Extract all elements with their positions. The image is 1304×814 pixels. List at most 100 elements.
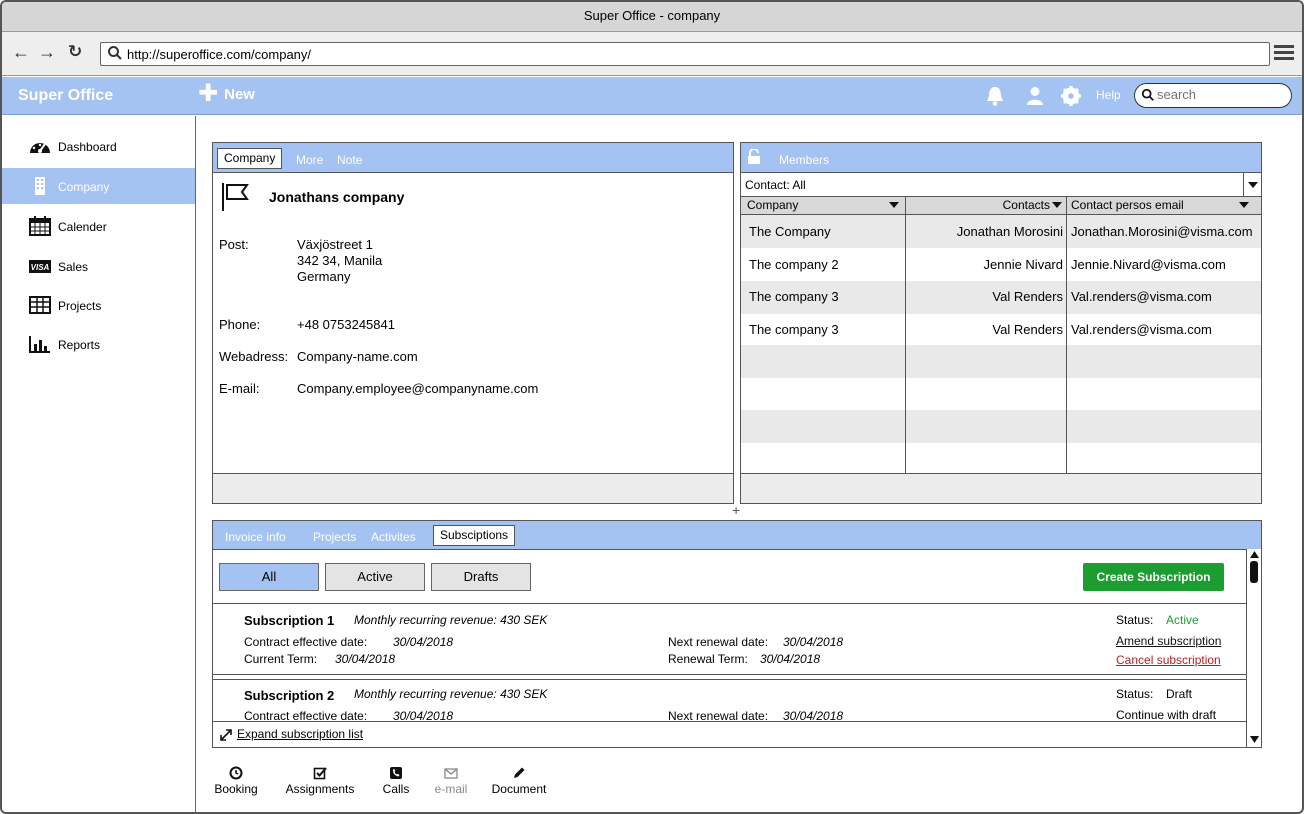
sidebar-item-label: Calender <box>58 220 107 234</box>
web-value[interactable]: Company-name.com <box>297 349 418 364</box>
booking-button[interactable]: Booking <box>210 766 262 796</box>
continue-draft-link[interactable]: Continue with draft <box>1116 708 1216 721</box>
app-search[interactable] <box>1134 83 1292 108</box>
dashboard-icon <box>30 143 50 153</box>
sort-down-icon <box>1052 202 1062 208</box>
bell-icon[interactable] <box>984 85 1006 107</box>
scroll-down-icon[interactable] <box>1250 736 1259 743</box>
expand-bar[interactable]: Expand subscription list <box>213 721 1246 747</box>
expand-icon <box>220 729 232 741</box>
search-icon <box>108 46 122 60</box>
table-row-empty <box>741 410 1261 443</box>
sort-down-icon <box>1239 202 1249 208</box>
tab-subscriptions[interactable]: Subsciptions <box>433 525 516 546</box>
address-bar[interactable]: http://superoffice.com/company/ <box>100 42 1270 66</box>
phone-label: Phone: <box>219 317 261 332</box>
cell-email: Val.renders@visma.com <box>1071 289 1212 304</box>
subscription-mrr: Monthly recurring revenue: 430 SEK <box>354 687 548 701</box>
document-button[interactable]: Document <box>486 766 552 796</box>
status-label: Status: <box>1116 687 1154 701</box>
gear-icon[interactable] <box>1060 85 1082 107</box>
sidebar-item-dashboard[interactable]: Dashboard <box>2 128 195 164</box>
next-renewal-label: Next renewal date: <box>668 635 769 649</box>
sidebar-item-label: Projects <box>58 299 102 313</box>
email-button[interactable]: e-mail <box>429 766 473 796</box>
reload-icon[interactable]: ↻ <box>68 42 82 62</box>
calls-button[interactable]: Calls <box>378 766 414 796</box>
create-subscription-button[interactable]: Create Subscription <box>1083 563 1224 591</box>
cell-company: The company 3 <box>749 289 839 304</box>
next-renewal-value: 30/04/2018 <box>783 635 844 649</box>
back-icon[interactable]: ← <box>12 42 30 63</box>
column-header-email[interactable]: Contact persos email <box>1067 197 1261 215</box>
tab-projects[interactable]: Projects <box>313 530 356 544</box>
forward-icon[interactable]: → <box>38 42 56 63</box>
table-row[interactable]: The company 2 Jennie Nivard Jennie.Nivar… <box>741 248 1261 281</box>
table-row[interactable]: The company 3 Val Renders Val.renders@vi… <box>741 281 1261 314</box>
web-label: Webadress: <box>219 349 289 364</box>
unlock-icon[interactable] <box>747 149 761 165</box>
subscriptions-panel: Invoice info Projects Activites Subscipt… <box>212 520 1262 748</box>
scrollbar-thumb[interactable] <box>1250 561 1258 583</box>
search-input[interactable] <box>1157 87 1285 102</box>
new-button[interactable]: ✚ New <box>198 82 255 106</box>
sidebar-item-label: Dashboard <box>58 140 117 154</box>
column-header-company[interactable]: Company <box>741 197 905 215</box>
filter-drafts-button[interactable]: Drafts <box>431 563 531 591</box>
sidebar-item-label: Reports <box>58 338 101 352</box>
members-panel-header: Members <box>741 143 1261 173</box>
cancel-subscription-link[interactable]: Cancel subscription <box>1116 653 1221 667</box>
sidebar-item-sales[interactable]: VISA Sales <box>2 248 195 284</box>
chevron-down-icon[interactable] <box>1243 173 1261 196</box>
contact-filter-select[interactable]: Contact: All <box>741 173 1261 197</box>
brand-logo[interactable]: Super Office <box>18 87 113 105</box>
user-icon[interactable] <box>1024 85 1046 107</box>
company-panel-footer <box>213 473 733 503</box>
contact-filter-value: Contact: All <box>745 178 806 192</box>
company-panel: Company More Note Jonathans company Post… <box>212 142 734 504</box>
sidebar-item-label: Sales <box>58 260 89 274</box>
members-panel: Members Contact: All Company Contacts Co… <box>740 142 1262 504</box>
table-row[interactable]: The Company Jonathan Morosini Jonathan.M… <box>741 215 1261 248</box>
subscription-title: Subscription 1 <box>244 613 335 628</box>
email-value[interactable]: Company.employee@companyname.com <box>297 381 538 396</box>
tab-more[interactable]: More <box>296 153 323 167</box>
tab-invoice-info[interactable]: Invoice info <box>225 530 286 544</box>
renewal-term-value: 30/04/2018 <box>760 652 821 666</box>
cell-contact: Val Renders <box>992 289 1063 304</box>
filter-all-button[interactable]: All <box>219 563 319 591</box>
table-row[interactable]: The company 3 Val Renders Val.renders@vi… <box>741 313 1261 346</box>
scroll-up-icon[interactable] <box>1250 551 1259 558</box>
amend-subscription-link[interactable]: Amend subscription <box>1116 634 1221 648</box>
subscription-item: Subscription 1 Monthly recurring revenue… <box>213 604 1246 674</box>
members-title: Members <box>779 153 830 167</box>
cell-contact: Jonathan Morosini <box>956 224 1063 239</box>
tab-note[interactable]: Note <box>337 153 362 167</box>
assignments-button[interactable]: Assignments <box>278 766 362 796</box>
resize-crosshair-icon[interactable]: + <box>732 502 740 518</box>
column-header-contacts[interactable]: Contacts <box>906 197 1066 215</box>
expand-subscription-link[interactable]: Expand subscription list <box>237 727 363 741</box>
sidebar-item-projects[interactable]: Projects <box>2 287 195 323</box>
building-icon <box>35 177 45 195</box>
sidebar-item-company[interactable]: Company <box>2 168 195 204</box>
column-divider <box>1066 197 1067 473</box>
subscription-scrollbar[interactable] <box>1246 549 1261 747</box>
cell-company: The company 2 <box>749 257 839 272</box>
menu-icon[interactable] <box>1274 42 1294 62</box>
contract-date-label: Contract effective date: <box>244 635 368 649</box>
sidebar-item-calender[interactable]: Calender <box>2 208 195 244</box>
phone-icon <box>390 767 402 779</box>
browser-window: Super Office - company ← → ↻ http://supe… <box>0 0 1304 814</box>
help-link[interactable]: Help <box>1096 88 1121 102</box>
sidebar-item-reports[interactable]: Reports <box>2 326 195 362</box>
sidebar-item-label: Company <box>58 180 110 194</box>
post-label: Post: <box>219 237 249 252</box>
column-header-label: Contacts <box>1002 198 1050 212</box>
calls-label: Calls <box>382 782 410 796</box>
filter-active-button[interactable]: Active <box>325 563 425 591</box>
tab-activites[interactable]: Activites <box>371 530 416 544</box>
status-badge: Draft <box>1166 687 1193 701</box>
post-line-2: 342 34, Manila <box>297 253 383 268</box>
tab-company[interactable]: Company <box>217 148 283 169</box>
